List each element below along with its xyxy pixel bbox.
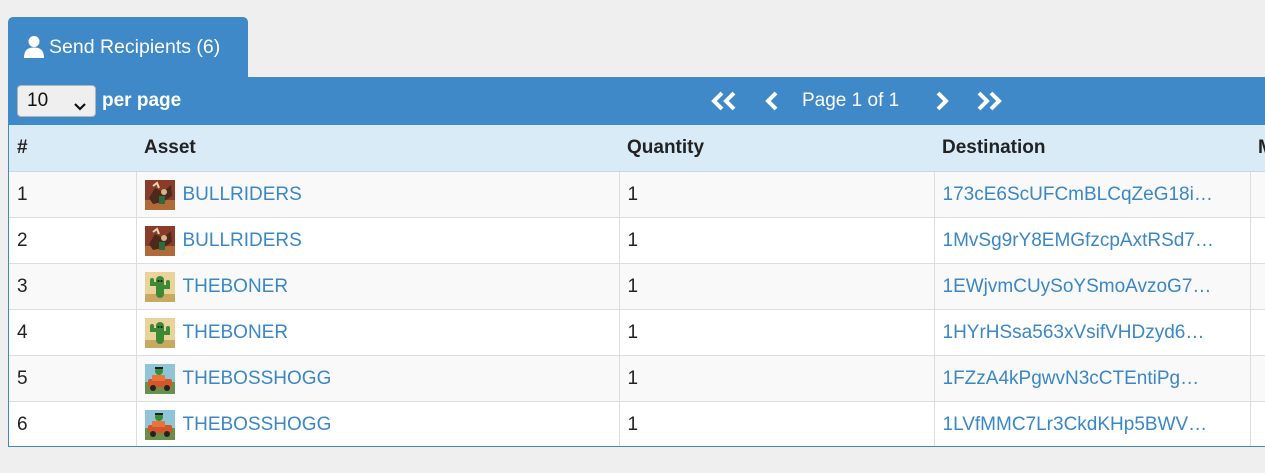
destination-link[interactable]: 1LVfMMC7Lr3CkdKHp5BWV… bbox=[943, 414, 1208, 435]
tab-send-recipients[interactable]: Send Recipients (6) bbox=[8, 17, 248, 77]
asset-link[interactable]: BULLRIDERS bbox=[183, 184, 302, 206]
quantity-cell: 1 bbox=[619, 217, 935, 264]
column-header-number[interactable]: # bbox=[9, 125, 136, 172]
row-number: 3 bbox=[9, 263, 137, 310]
chevron-down-icon bbox=[74, 96, 86, 118]
destination-link[interactable]: 1EWjvmCUySoYSmoAvzoG7… bbox=[943, 276, 1212, 297]
destination-link[interactable]: 173cE6ScUFCmBLCqZeG18i… bbox=[943, 184, 1213, 205]
row-number: 2 bbox=[9, 217, 137, 264]
chevron-right-icon[interactable] bbox=[933, 90, 951, 112]
column-header-quantity[interactable]: Quantity bbox=[619, 125, 934, 172]
table-row: 6 THEBOSSHOGG 1 1LVfMMC7Lr3CkdKHp5BWV… bbox=[9, 401, 1265, 446]
row-number: 5 bbox=[9, 355, 137, 402]
asset-thumbnail[interactable] bbox=[144, 179, 175, 210]
table-row: 4 THEBONER 1 1HYrHSsa563xVsifVHDzyd6… bbox=[9, 309, 1265, 356]
column-header-asset[interactable]: Asset bbox=[136, 125, 619, 172]
asset-thumbnail[interactable] bbox=[144, 271, 175, 302]
truncated-cell bbox=[1250, 217, 1265, 264]
quantity-cell: 1 bbox=[619, 401, 935, 446]
per-page-select[interactable]: 10 bbox=[17, 85, 96, 117]
destination-link[interactable]: 1HYrHSsa563xVsifVHDzyd6… bbox=[943, 322, 1205, 343]
destination-cell: 173cE6ScUFCmBLCqZeG18i… bbox=[934, 171, 1251, 218]
recipients-table: # Asset Quantity Destination M 1 BULLRIDE… bbox=[8, 125, 1265, 447]
truncated-cell bbox=[1250, 401, 1265, 446]
chevron-left-icon[interactable] bbox=[763, 90, 781, 112]
asset-link[interactable]: THEBONER bbox=[183, 276, 289, 298]
column-header-truncated[interactable]: M bbox=[1250, 125, 1265, 172]
table-header-row: # Asset Quantity Destination M bbox=[9, 125, 1265, 172]
truncated-cell bbox=[1250, 263, 1265, 310]
asset-cell: BULLRIDERS bbox=[136, 171, 620, 218]
asset-cell: THEBONER bbox=[136, 309, 620, 356]
destination-cell: 1FZzA4kPgwvN3cCTEntiPg… bbox=[934, 355, 1251, 402]
truncated-cell bbox=[1250, 171, 1265, 218]
quantity-cell: 1 bbox=[619, 171, 935, 218]
destination-cell: 1LVfMMC7Lr3CkdKHp5BWV… bbox=[934, 401, 1251, 446]
truncated-cell bbox=[1250, 355, 1265, 402]
asset-thumbnail[interactable] bbox=[144, 363, 175, 394]
destination-cell: 1EWjvmCUySoYSmoAvzoG7… bbox=[934, 263, 1251, 310]
asset-link[interactable]: THEBOSSHOGG bbox=[183, 368, 332, 390]
asset-link[interactable]: THEBONER bbox=[183, 322, 289, 344]
quantity-cell: 1 bbox=[619, 263, 935, 310]
quantity-cell: 1 bbox=[619, 309, 935, 356]
truncated-cell bbox=[1250, 309, 1265, 356]
user-icon bbox=[24, 35, 49, 59]
destination-link[interactable]: 1FZzA4kPgwvN3cCTEntiPg… bbox=[943, 368, 1200, 389]
asset-link[interactable]: BULLRIDERS bbox=[183, 230, 302, 252]
asset-thumbnail[interactable] bbox=[144, 317, 175, 348]
table-row: 1 BULLRIDERS 1 173cE6ScUFCmBLCqZeG18i… bbox=[9, 171, 1265, 218]
double-chevron-left-icon[interactable] bbox=[709, 90, 739, 112]
destination-cell: 1HYrHSsa563xVsifVHDzyd6… bbox=[934, 309, 1251, 356]
page-indicator: Page 1 of 1 bbox=[802, 90, 900, 111]
destination-link[interactable]: 1MvSg9rY8EMGfzcpAxtRSd7… bbox=[943, 230, 1214, 251]
page: Send Recipients (6) 10 per page Page 1 o… bbox=[0, 0, 1265, 473]
asset-thumbnail[interactable] bbox=[144, 225, 175, 256]
asset-cell: BULLRIDERS bbox=[136, 217, 620, 264]
destination-cell: 1MvSg9rY8EMGfzcpAxtRSd7… bbox=[934, 217, 1251, 264]
asset-link[interactable]: THEBOSSHOGG bbox=[183, 414, 332, 436]
table-row: 2 BULLRIDERS 1 1MvSg9rY8EMGfzcpAxtRSd7… bbox=[9, 217, 1265, 264]
column-header-destination[interactable]: Destination bbox=[934, 125, 1250, 172]
row-number: 4 bbox=[9, 309, 137, 356]
quantity-cell: 1 bbox=[619, 355, 935, 402]
row-number: 1 bbox=[9, 171, 137, 218]
per-page-value: 10 bbox=[27, 90, 49, 111]
tab-label: Send Recipients (6) bbox=[49, 35, 221, 58]
double-chevron-right-icon[interactable] bbox=[974, 90, 1006, 112]
table-toolbar: 10 per page Page 1 of 1 bbox=[8, 77, 1265, 125]
per-page-label: per page bbox=[102, 90, 182, 111]
table-row: 3 THEBONER 1 1EWjvmCUySoYSmoAvzoG7… bbox=[9, 263, 1265, 310]
asset-cell: THEBOSSHOGG bbox=[136, 355, 620, 402]
asset-thumbnail[interactable] bbox=[144, 409, 175, 440]
row-number: 6 bbox=[9, 401, 137, 446]
asset-cell: THEBOSSHOGG bbox=[136, 401, 620, 446]
asset-cell: THEBONER bbox=[136, 263, 620, 310]
table-row: 5 THEBOSSHOGG 1 1FZzA4kPgwvN3cCTEntiPg… bbox=[9, 355, 1265, 402]
